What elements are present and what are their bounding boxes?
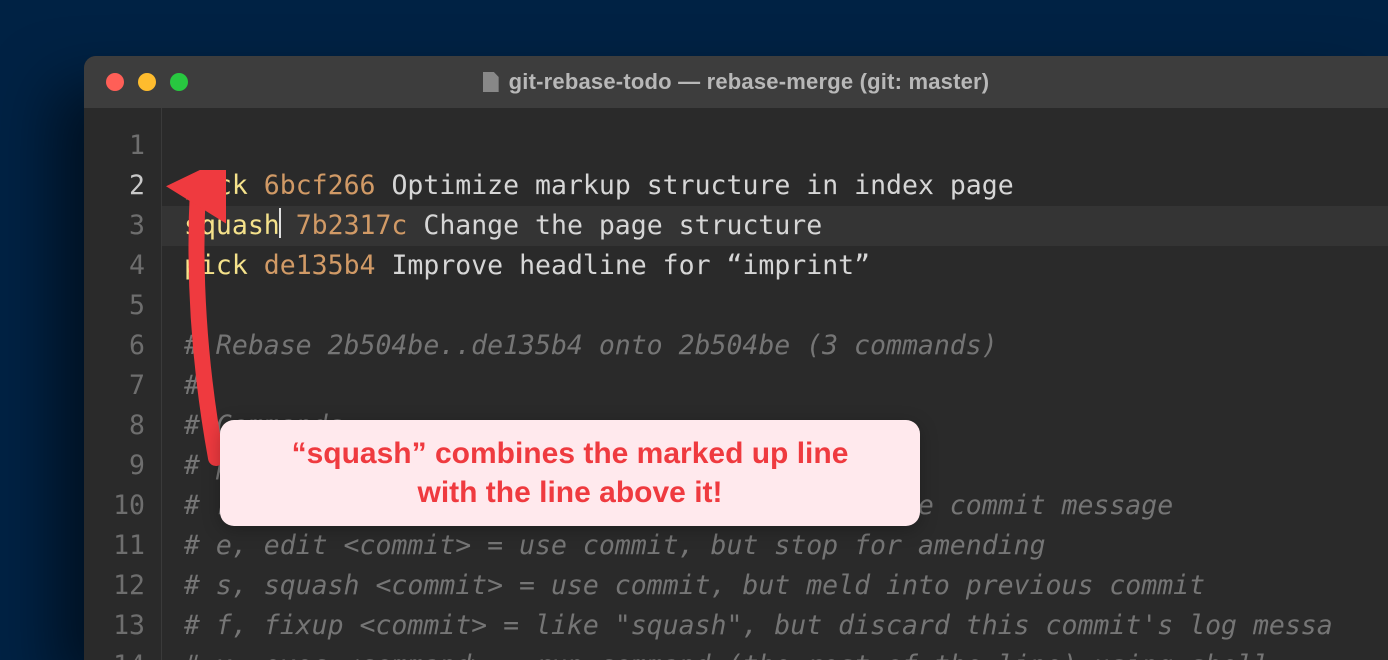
comment-text: # e, edit <commit> = use commit, but sto… xyxy=(184,530,1046,561)
code-line[interactable]: # xyxy=(184,366,1388,406)
editor-window: git-rebase-todo — rebase-merge (git: mas… xyxy=(84,56,1388,660)
minimize-icon[interactable] xyxy=(138,73,156,91)
titlebar: git-rebase-todo — rebase-merge (git: mas… xyxy=(84,56,1388,108)
file-icon xyxy=(483,72,499,92)
window-title: git-rebase-todo — rebase-merge (git: mas… xyxy=(509,69,990,95)
commit-message: Optimize markup structure in index page xyxy=(391,170,1013,201)
close-icon[interactable] xyxy=(106,73,124,91)
annotation-arrow-icon xyxy=(106,170,226,470)
commit-hash: 6bcf266 xyxy=(264,170,376,201)
comment-text: # Rebase 2b504be..de135b4 onto 2b504be (… xyxy=(184,330,998,361)
comment-text: # s, squash <commit> = use commit, but m… xyxy=(184,570,1205,601)
commit-hash: 7b2317c xyxy=(296,210,408,241)
line-number: 1 xyxy=(84,126,145,166)
line-number: 11 xyxy=(84,526,145,566)
comment-text: # f, fixup <commit> = like "squash", but… xyxy=(184,610,1333,641)
text-cursor xyxy=(279,208,281,238)
annotation-text: with the line above it! xyxy=(242,473,898,512)
code-area[interactable]: pick 6bcf266 Optimize markup structure i… xyxy=(162,108,1388,660)
code-line[interactable]: # x, exec <command> = run command (the r… xyxy=(184,646,1388,660)
code-line[interactable]: # Rebase 2b504be..de135b4 onto 2b504be (… xyxy=(184,326,1388,366)
code-line[interactable]: squash 7b2317c Change the page structure xyxy=(162,206,1388,246)
code-line[interactable]: pick de135b4 Improve headline for “impri… xyxy=(184,246,1388,286)
commit-hash: de135b4 xyxy=(264,250,376,281)
line-number: 10 xyxy=(84,486,145,526)
code-line[interactable]: # s, squash <commit> = use commit, but m… xyxy=(184,566,1388,606)
title-area: git-rebase-todo — rebase-merge (git: mas… xyxy=(84,69,1388,95)
code-line[interactable]: # f, fixup <commit> = like "squash", but… xyxy=(184,606,1388,646)
code-line[interactable] xyxy=(184,286,1388,326)
line-number: 12 xyxy=(84,566,145,606)
code-line[interactable]: pick 6bcf266 Optimize markup structure i… xyxy=(184,166,1388,206)
comment-text: # x, exec <command> = run command (the r… xyxy=(184,650,1269,660)
code-line[interactable]: # e, edit <commit> = use commit, but sto… xyxy=(184,526,1388,566)
commit-message: Improve headline for “imprint” xyxy=(391,250,870,281)
line-number: 14 xyxy=(84,646,145,660)
commit-message: Change the page structure xyxy=(423,210,822,241)
annotation-text: “squash” combines the marked up line xyxy=(242,434,898,473)
traffic-lights xyxy=(84,73,188,91)
maximize-icon[interactable] xyxy=(170,73,188,91)
annotation-callout: “squash” combines the marked up line wit… xyxy=(220,420,920,526)
annotation-bubble: “squash” combines the marked up line wit… xyxy=(220,420,920,526)
editor-pane[interactable]: 1 2 3 4 5 6 7 8 9 10 11 12 13 14 pick 6b… xyxy=(84,108,1388,660)
line-number: 13 xyxy=(84,606,145,646)
